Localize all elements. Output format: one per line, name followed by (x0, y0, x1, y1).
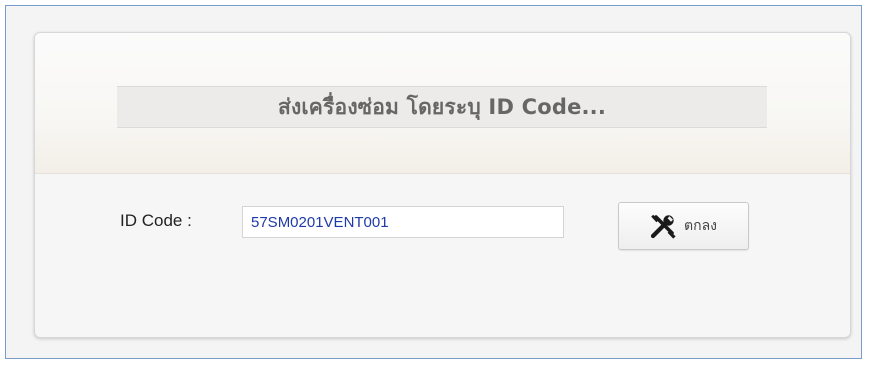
outer-frame: ส่งเครื่องซ่อม โดยระบุ ID Code... ID Cod… (5, 5, 862, 359)
ok-button[interactable]: ตกลง (618, 202, 749, 250)
page-title: ส่งเครื่องซ่อม โดยระบุ ID Code... (277, 94, 607, 119)
panel-header: ส่งเครื่องซ่อม โดยระบุ ID Code... (35, 33, 850, 174)
tools-icon (650, 213, 678, 239)
id-code-form-row: ID Code : ตกลง (35, 202, 850, 250)
repair-panel: ส่งเครื่องซ่อม โดยระบุ ID Code... ID Cod… (34, 32, 851, 338)
id-code-input[interactable] (242, 206, 564, 238)
ok-button-label: ตกลง (684, 218, 717, 234)
title-bar: ส่งเครื่องซ่อม โดยระบุ ID Code... (117, 86, 767, 128)
id-code-label: ID Code : (120, 211, 192, 230)
